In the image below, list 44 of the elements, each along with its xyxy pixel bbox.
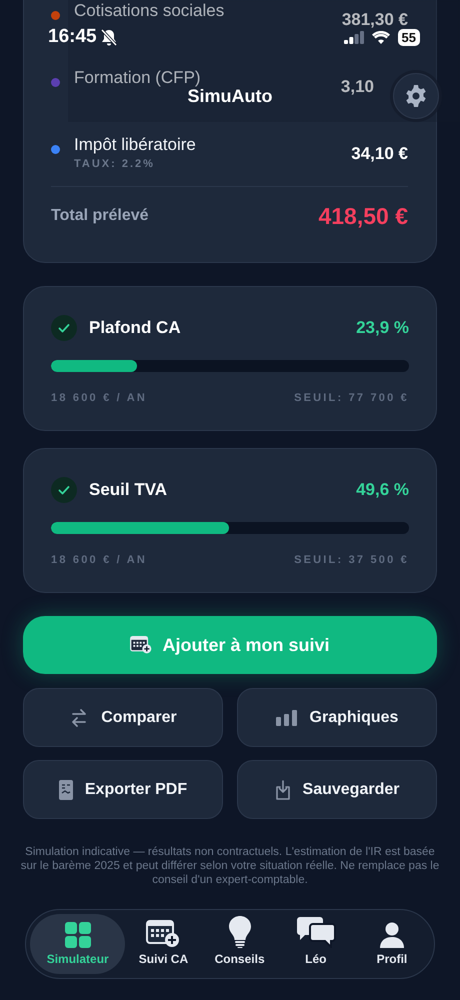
threshold-percent: 23,9 %: [356, 318, 409, 338]
app-title: SimuAuto: [188, 86, 272, 107]
bar-chart-icon: [276, 710, 298, 726]
tab[interactable]: Léo: [278, 914, 354, 974]
action-button[interactable]: Graphiques: [237, 688, 437, 747]
settings-button[interactable]: [393, 73, 439, 119]
threshold-title: Plafond CA: [89, 318, 182, 338]
person-icon: [380, 922, 404, 948]
category-amount: 3,10: [340, 77, 374, 97]
tab[interactable]: Conseils: [202, 914, 278, 974]
signal-icon: [344, 30, 364, 44]
lightbulb-icon: [228, 916, 251, 948]
settings-icon: [404, 84, 428, 108]
category-name: Formation (CFP): [74, 68, 202, 88]
category-name: Impôt libératoire: [74, 135, 197, 155]
chat-bubbles-icon: [296, 916, 336, 948]
download-tray-icon: [274, 780, 291, 800]
disclaimer-text: Simulation indicative — résultats non contractuels. L'estimation de l'IR est basée sur le barème 2025 et peut différer selon votre situation réelle. Ne remplace pas le conseil d'un expert-comptable.: [20, 845, 440, 887]
threshold-title: Seuil TVA: [89, 480, 168, 500]
clock: 16:45: [48, 26, 97, 48]
category-amount: 34,10 €: [351, 144, 408, 164]
threshold-percent: 49,6 %: [356, 480, 409, 500]
tab[interactable]: Suivi CA: [125, 914, 202, 974]
wifi-icon: [372, 30, 390, 44]
check-icon: [51, 477, 77, 503]
annual-revenue: 18 600 € / AN: [51, 554, 148, 566]
rate-label: TAUX: 2.2%: [74, 158, 156, 170]
category-amount: 381,30 €: [342, 10, 408, 30]
threshold-limit: SEUIL: 77 700 €: [294, 392, 409, 404]
total-amount: 418,50 €: [318, 202, 408, 230]
threshold-limit: SEUIL: 37 500 €: [294, 554, 409, 566]
grid-icon: [64, 922, 91, 948]
check-icon: [51, 315, 77, 341]
annual-revenue: 18 600 € / AN: [51, 392, 148, 404]
tab[interactable]: Simulateur: [30, 914, 126, 974]
calendar-add-icon: [146, 920, 180, 948]
total-label: Total prélevé: [51, 207, 149, 225]
action-button[interactable]: Sauvegarder: [237, 760, 437, 819]
action-button[interactable]: Comparer: [23, 688, 223, 747]
action-button[interactable]: Exporter PDF: [23, 760, 223, 819]
category-name: Cotisations sociales: [74, 1, 226, 21]
calendar-add-icon: [130, 636, 152, 654]
document-icon: [58, 780, 73, 800]
tab[interactable]: Profil: [354, 914, 430, 974]
